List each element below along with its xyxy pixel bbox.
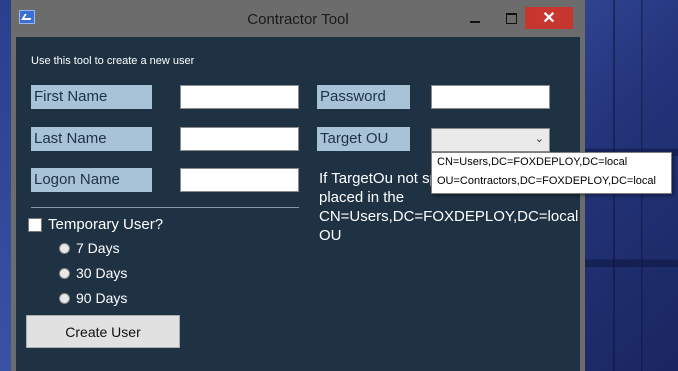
- first-name-label: First Name: [31, 85, 152, 109]
- radio-icon[interactable]: [59, 267, 70, 279]
- radio-label: 90 Days: [76, 290, 128, 306]
- minimize-button[interactable]: [461, 8, 489, 28]
- checkbox-box[interactable]: [28, 217, 42, 232]
- close-icon: ✕: [542, 10, 556, 27]
- info-line: OU: [319, 227, 342, 244]
- radio-7-days[interactable]: 7 Days: [59, 240, 120, 256]
- create-user-button[interactable]: Create User: [26, 315, 180, 348]
- info-line: CN=Users,DC=FOXDEPLOY,DC=local: [319, 208, 579, 225]
- target-ou-dropdown-list: CN=Users,DC=FOXDEPLOY,DC=local OU=Contra…: [431, 152, 672, 194]
- chevron-down-icon: ⌄: [534, 133, 544, 145]
- radio-label: 30 Days: [76, 265, 128, 281]
- dropdown-option-users[interactable]: CN=Users,DC=FOXDEPLOY,DC=local: [432, 153, 671, 172]
- radio-90-days[interactable]: 90 Days: [59, 290, 127, 306]
- title-bar[interactable]: Contractor Tool ✕: [11, 0, 585, 37]
- target-ou-select[interactable]: ⌄: [431, 128, 550, 152]
- logon-name-label: Logon Name: [31, 168, 152, 192]
- target-ou-label: Target OU: [317, 127, 410, 151]
- first-name-field[interactable]: [180, 85, 299, 109]
- radio-30-days[interactable]: 30 Days: [59, 265, 127, 281]
- maximize-button[interactable]: [497, 8, 525, 28]
- logon-name-field[interactable]: [180, 168, 299, 192]
- maximize-icon: [505, 12, 517, 24]
- radio-icon[interactable]: [59, 242, 70, 254]
- intro-text: Use this tool to create a new user: [31, 55, 195, 67]
- last-name-label: Last Name: [31, 127, 152, 151]
- password-label: Password: [317, 85, 410, 109]
- temporary-user-checkbox[interactable]: Temporary User?: [28, 216, 163, 233]
- radio-label: 7 Days: [76, 240, 120, 256]
- temporary-user-label: Temporary User?: [48, 216, 164, 233]
- last-name-field[interactable]: [180, 127, 299, 151]
- form-panel: Use this tool to create a new user First…: [16, 37, 580, 371]
- radio-icon[interactable]: [59, 292, 70, 304]
- divider: [31, 207, 299, 208]
- dropdown-option-contractors[interactable]: OU=Contractors,DC=FOXDEPLOY,DC=local: [432, 172, 671, 191]
- minimize-icon: [470, 21, 480, 23]
- password-field[interactable]: [431, 85, 550, 109]
- close-button[interactable]: ✕: [525, 7, 573, 29]
